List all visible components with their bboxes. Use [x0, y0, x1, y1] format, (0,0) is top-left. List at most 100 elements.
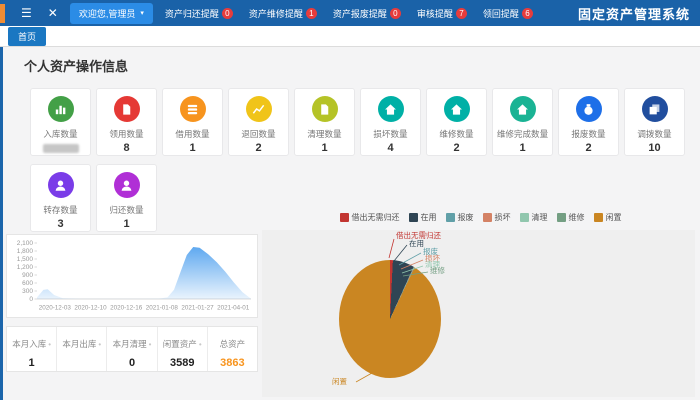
- monthly-stat-label: 总资产: [220, 339, 246, 349]
- stat-card-label: 转存数量: [32, 203, 88, 215]
- dot-icon: •: [48, 340, 51, 349]
- stat-card-value: 10: [625, 142, 684, 154]
- legend-item[interactable]: 闲置: [594, 212, 622, 223]
- stat-card: 退回数量 2: [228, 88, 289, 156]
- stat-card-label: 维修完成数量: [494, 127, 550, 139]
- stat-card-label: 退回数量: [230, 127, 286, 139]
- legend-swatch: [446, 213, 455, 222]
- user-icon: [48, 172, 74, 198]
- monthly-stat-label-row: 本月出库•: [57, 334, 106, 352]
- menu-icon[interactable]: ☰: [21, 7, 32, 19]
- monthly-stat-label-row: 闲置资产•: [158, 334, 207, 352]
- svg-text:2021-01-08: 2021-01-08: [146, 305, 179, 312]
- legend-item[interactable]: 借出无需归还: [340, 212, 400, 223]
- money-icon: [576, 96, 602, 122]
- app-window: ☰ ✕ 欢迎您,管理员 ▾ 资产归还提醒0资产维修提醒1资产报废提醒0审核提醒7…: [0, 0, 700, 400]
- file-icon: [312, 96, 338, 122]
- stat-card-label: 借用数量: [164, 127, 220, 139]
- stat-card: 维修数量2: [426, 88, 487, 156]
- user-icon: [114, 172, 140, 198]
- legend-item[interactable]: 损坏: [483, 212, 511, 223]
- stat-card-label: 归还数量: [98, 203, 154, 215]
- reminder-tab-label: 审核提醒: [417, 7, 453, 20]
- pie-slice-label: 维修: [430, 267, 445, 275]
- stat-card: 维修完成数量 1: [492, 88, 553, 156]
- stat-card: 入库数量: [30, 88, 91, 156]
- topbar-reminder-tab[interactable]: 资产维修提醒1: [249, 7, 317, 20]
- dot-icon: •: [98, 340, 101, 349]
- stat-card-label: 调拨数量: [626, 127, 682, 139]
- stat-card-value: 2: [229, 142, 288, 154]
- stat-card-label: 损坏数量: [362, 127, 418, 139]
- legend-item[interactable]: 报废: [446, 212, 474, 223]
- stat-card: 转存数量3: [30, 164, 91, 232]
- bar-chart-icon: [48, 96, 74, 122]
- home-icon: [444, 96, 470, 122]
- trend-icon: [246, 96, 272, 122]
- stat-card-value: 2: [559, 142, 618, 154]
- home-icon: [510, 96, 536, 122]
- monthly-stat-label-row: 总资产: [208, 334, 257, 352]
- left-edge-strip: [0, 47, 3, 400]
- stat-card-value: 1: [97, 218, 156, 230]
- reminder-tab-label: 领回提醒: [483, 7, 519, 20]
- stat-card-value: 1: [493, 142, 552, 154]
- page-tab-row: 首页: [0, 26, 700, 47]
- stat-card-label: 清理数量: [296, 127, 352, 139]
- legend-swatch: [594, 213, 603, 222]
- topbar-reminder-tab[interactable]: 资产报废提醒0: [333, 7, 401, 20]
- layers-icon: [180, 96, 206, 122]
- chevron-down-icon: ▾: [140, 9, 144, 17]
- topbar-reminder-tab[interactable]: 领回提醒6: [483, 7, 533, 20]
- svg-text:900: 900: [22, 272, 33, 279]
- reminder-badge: 0: [222, 8, 233, 19]
- monthly-stat-label-row: 本月清理•: [107, 334, 156, 352]
- area-chart: 2,1001,8001,5001,20090060030002020-12-03…: [7, 235, 257, 322]
- monthly-stat-label-row: 本月入库•: [7, 334, 56, 352]
- area-chart-panel: 2,1001,8001,5001,20090060030002020-12-03…: [6, 234, 258, 318]
- pie-legend: 借出无需归还在用报废损坏清理维修 闲置: [268, 212, 693, 223]
- svg-text:1,500: 1,500: [17, 256, 34, 263]
- legend-item[interactable]: 维修: [557, 212, 585, 223]
- reminder-badge: 1: [306, 8, 317, 19]
- top-bar: ☰ ✕ 欢迎您,管理员 ▾ 资产归还提醒0 资产维修提醒1 资产报废提醒0 审核提醒7…: [0, 0, 700, 26]
- stat-card-value: 4: [361, 142, 420, 154]
- monthly-stat-value: 0: [107, 357, 156, 369]
- legend-item[interactable]: 清理: [520, 212, 548, 223]
- monthly-stat-value: 3589: [158, 357, 207, 369]
- dot-icon: •: [199, 340, 202, 349]
- reminder-badge: 0: [390, 8, 401, 19]
- stat-card-value: 2: [427, 142, 486, 154]
- svg-text:2020-12-10: 2020-12-10: [74, 305, 107, 312]
- legend-label: 借出无需归还: [352, 212, 400, 223]
- monthly-stat-cell: 总资产 3863: [208, 327, 257, 371]
- section-title: 个人资产操作信息: [24, 56, 128, 75]
- reminder-badge: 7: [456, 8, 467, 19]
- app-title: 固定资产管理系统: [578, 4, 700, 23]
- user-dropdown-button[interactable]: 欢迎您,管理员 ▾: [70, 3, 153, 24]
- stat-card: 调拨数量 10: [624, 88, 685, 156]
- stat-card-label: 入库数量: [32, 127, 88, 139]
- topbar-reminder-tab[interactable]: 资产归还提醒0: [165, 7, 233, 20]
- legend-label: 闲置: [606, 212, 622, 223]
- stat-card: 领用数量8: [96, 88, 157, 156]
- topbar-reminder-tab[interactable]: 审核提醒7: [417, 7, 467, 20]
- stat-card: 清理数量 1: [294, 88, 355, 156]
- monthly-stat-value: 3863: [208, 357, 257, 369]
- svg-text:0: 0: [29, 296, 33, 303]
- stat-card: 损坏数量 4: [360, 88, 421, 156]
- stat-card-value: 1: [295, 142, 354, 154]
- tab-home[interactable]: 首页: [8, 27, 46, 46]
- stat-card-value: 1: [163, 142, 222, 154]
- monthly-stats-panel: 本月入库•1本月出库•本月清理•0闲置资产•3589总资产3863: [6, 326, 258, 372]
- monthly-stat-cell: 闲置资产• 3589: [158, 327, 208, 371]
- monthly-stat-cell: 本月清理• 0: [107, 327, 157, 371]
- legend-swatch: [409, 213, 418, 222]
- legend-item[interactable]: 在用: [409, 212, 437, 223]
- svg-text:300: 300: [22, 288, 33, 295]
- app-logo: [0, 4, 5, 23]
- close-icon[interactable]: ✕: [48, 7, 58, 19]
- redacted-value: [43, 144, 79, 153]
- reminder-tab-label: 资产维修提醒: [249, 7, 303, 20]
- monthly-stat-cell: 本月出库•: [57, 327, 107, 371]
